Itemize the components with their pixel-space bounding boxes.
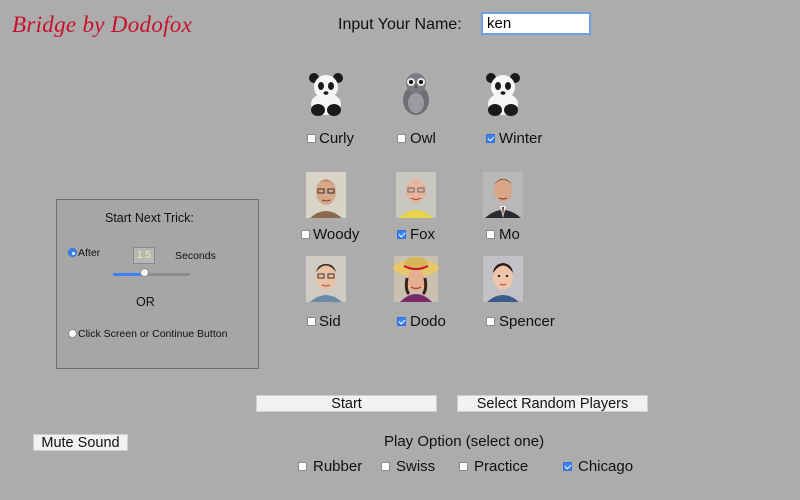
option-chicago-label: Chicago	[578, 458, 634, 475]
or-label: OR	[136, 295, 155, 309]
app-title: Bridge by Dodofox	[12, 12, 193, 37]
boy-glasses-avatar-icon	[306, 256, 346, 302]
player-label: Spencer	[499, 313, 555, 330]
after-label: After	[78, 247, 101, 259]
checkbox-spencer[interactable]	[486, 317, 495, 326]
name-input[interactable]	[481, 12, 591, 35]
seconds-label: Seconds	[175, 250, 216, 262]
player-dodo[interactable]: Dodo	[371, 256, 461, 336]
seconds-field[interactable]: 1.5	[133, 247, 155, 264]
option-chicago-checkbox[interactable]	[563, 462, 572, 471]
player-spencer[interactable]: Spencer	[458, 256, 555, 336]
option-swiss-label: Swiss	[396, 458, 436, 475]
checkbox-mo[interactable]	[486, 230, 495, 239]
player-mo[interactable]: Mo	[458, 172, 548, 252]
name-label: Input Your Name:	[338, 16, 462, 33]
owl-avatar-icon	[403, 73, 429, 115]
checkbox-owl[interactable]	[397, 134, 406, 143]
man-glasses-avatar-icon	[306, 172, 346, 218]
player-curly[interactable]: Curly	[281, 70, 371, 150]
player-label: Woody	[313, 226, 360, 243]
checkbox-winter[interactable]	[486, 134, 495, 143]
checkbox-woody[interactable]	[301, 230, 310, 239]
option-swiss-checkbox[interactable]	[381, 462, 390, 471]
after-radio[interactable]	[68, 248, 77, 257]
trick-title: Start Next Trick:	[105, 211, 194, 225]
checkbox-dodo[interactable]	[397, 317, 406, 326]
player-label: Dodo	[410, 313, 446, 330]
trick-panel: Start Next Trick: After 1.5 Seconds OR C…	[56, 199, 259, 369]
player-label: Fox	[410, 226, 436, 243]
player-sid[interactable]: Sid	[281, 256, 371, 336]
player-label: Winter	[499, 130, 543, 147]
player-fox[interactable]: Fox	[371, 172, 461, 252]
panda-avatar-icon	[309, 73, 343, 116]
player-woody[interactable]: Woody	[281, 172, 371, 252]
delay-slider-thumb[interactable]	[139, 268, 149, 277]
option-practice-checkbox[interactable]	[459, 462, 468, 471]
player-label: Owl	[410, 130, 436, 147]
click-screen-radio[interactable]	[68, 329, 77, 338]
click-screen-label: Click Screen or Continue Button	[78, 328, 228, 340]
boy-avatar-icon	[483, 256, 523, 302]
start-button[interactable]: Start	[256, 395, 437, 412]
man-white-hair-avatar-icon	[396, 172, 436, 218]
option-rubber-checkbox[interactable]	[298, 462, 307, 471]
checkbox-fox[interactable]	[397, 230, 406, 239]
option-rubber-label: Rubber	[313, 458, 363, 475]
man-suit-avatar-icon	[483, 172, 523, 218]
play-option-title: Play Option (select one)	[384, 433, 545, 450]
player-owl[interactable]: Owl	[371, 70, 461, 150]
checkbox-curly[interactable]	[307, 134, 316, 143]
player-label: Curly	[319, 130, 355, 147]
select-random-players-button[interactable]: Select Random Players	[457, 395, 648, 412]
checkbox-sid[interactable]	[307, 317, 316, 326]
player-winter[interactable]: Winter	[458, 70, 548, 150]
mute-sound-button[interactable]: Mute Sound	[33, 434, 128, 451]
option-practice-label: Practice	[474, 458, 529, 475]
panda-avatar-icon	[486, 73, 520, 116]
player-label: Mo	[499, 226, 520, 243]
player-label: Sid	[319, 313, 341, 330]
woman-hat-avatar-icon	[393, 256, 439, 302]
